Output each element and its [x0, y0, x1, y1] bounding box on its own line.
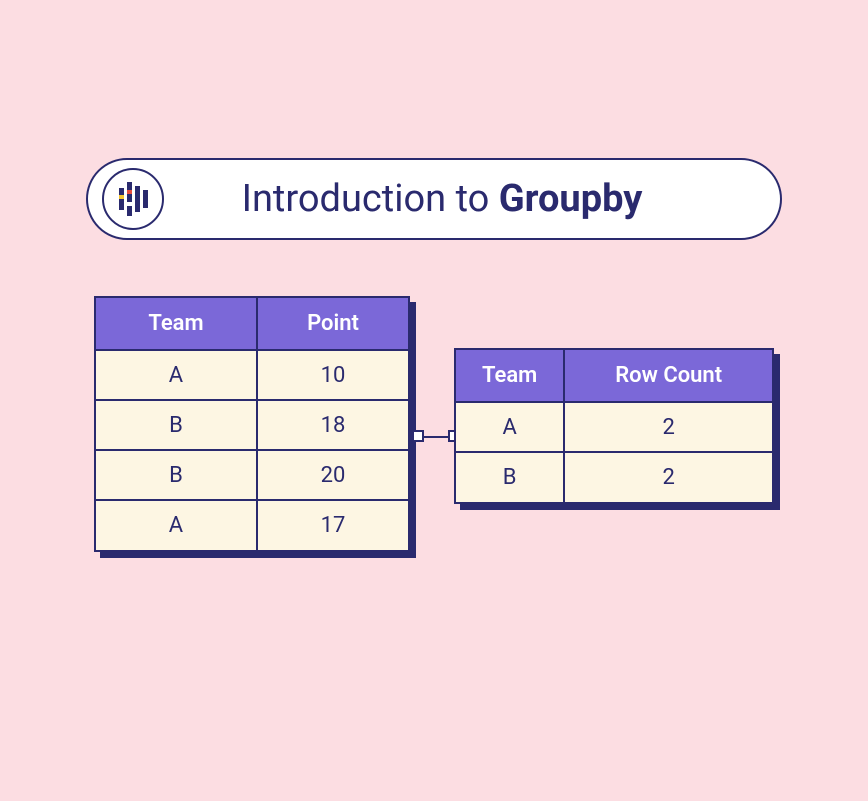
table-header-row: Team Row Count	[456, 350, 772, 402]
cell: 2	[564, 452, 772, 502]
logo-icon	[102, 168, 164, 230]
input-table: Team Point A 10 B 18 B 20 A 17	[94, 296, 410, 552]
table-row: B 18	[96, 400, 408, 450]
table-row: B 20	[96, 450, 408, 500]
output-table: Team Row Count A 2 B 2	[454, 348, 774, 504]
table-row: B 2	[456, 452, 772, 502]
title-pill: Introduction to Groupby	[86, 158, 782, 240]
col-header: Row Count	[564, 350, 772, 402]
cell: B	[96, 450, 257, 500]
connector-line	[418, 436, 454, 438]
title-bold: Groupby	[499, 177, 643, 221]
col-header: Team	[456, 350, 564, 402]
table-row: A 2	[456, 402, 772, 452]
table-row: A 10	[96, 350, 408, 400]
cell: A	[96, 350, 257, 400]
cell: A	[456, 402, 564, 452]
page-title: Introduction to Groupby	[164, 177, 780, 221]
cell: A	[96, 500, 257, 550]
table-row: A 17	[96, 500, 408, 550]
cell: 18	[257, 400, 408, 450]
cell: 10	[257, 350, 408, 400]
table-header-row: Team Point	[96, 298, 408, 350]
cell: 20	[257, 450, 408, 500]
connector-endpoint-icon	[412, 430, 424, 442]
cell: B	[456, 452, 564, 502]
title-prefix: Introduction to	[242, 177, 499, 221]
col-header: Point	[257, 298, 408, 350]
col-header: Team	[96, 298, 257, 350]
cell: B	[96, 400, 257, 450]
cell: 17	[257, 500, 408, 550]
cell: 2	[564, 402, 772, 452]
